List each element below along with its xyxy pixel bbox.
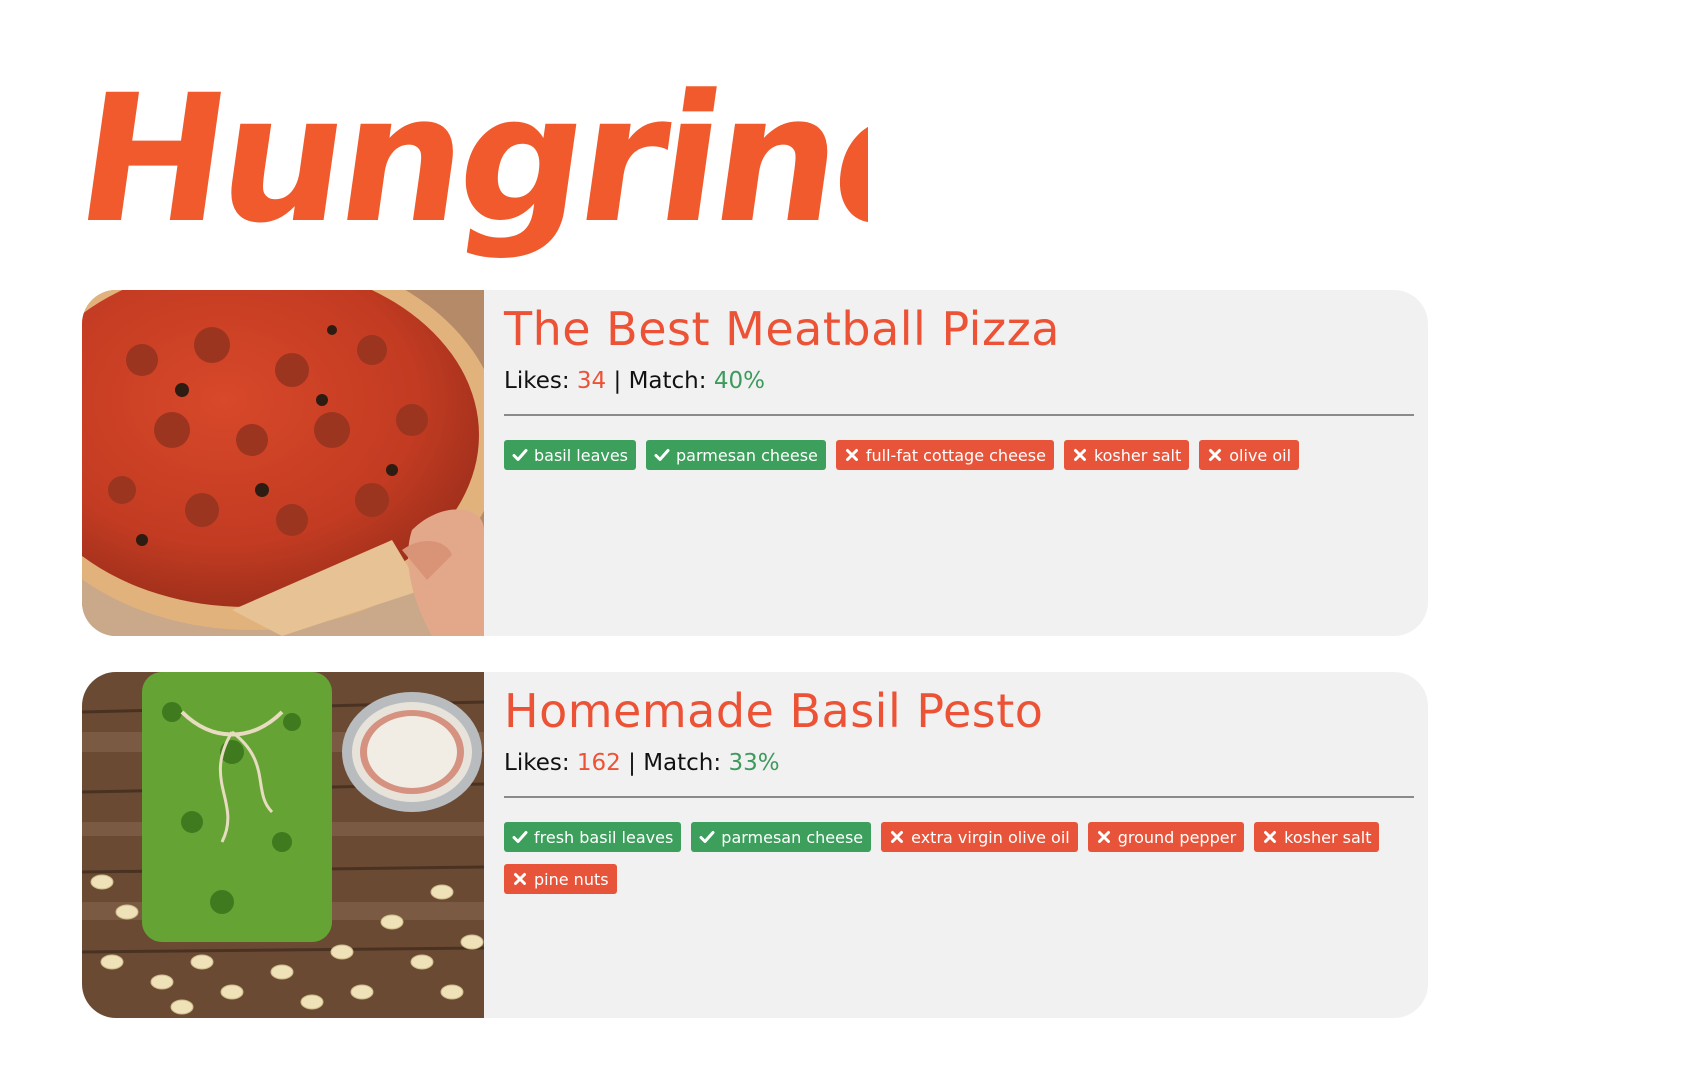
ingredient-name: parmesan cheese: [676, 445, 818, 465]
ingredient-name: fresh basil leaves: [534, 827, 674, 847]
close-icon: [1096, 829, 1112, 845]
divider: [504, 796, 1414, 798]
close-icon: [1207, 447, 1223, 463]
hungrindr-logo[interactable]: Hungrindr: [88, 62, 868, 262]
ingredient-name: ground pepper: [1117, 827, 1237, 847]
recipe-image-pizza[interactable]: [82, 290, 484, 636]
ingredient-tag[interactable]: full-fat cottage cheese: [835, 440, 1054, 470]
recipe-info: The Best Meatball Pizza Likes: 34 | Matc…: [504, 290, 1414, 470]
recipe-stats: Likes: 34 | Match: 40%: [504, 368, 1414, 394]
recipe-card[interactable]: The Best Meatball Pizza Likes: 34 | Matc…: [82, 290, 1428, 636]
close-icon: [1072, 447, 1088, 463]
ingredient-name: kosher salt: [1093, 445, 1182, 465]
close-icon: [512, 871, 528, 887]
ingredient-tag[interactable]: parmesan cheese: [691, 822, 872, 852]
recipe-stats: Likes: 162 | Match: 33%: [504, 750, 1414, 776]
page: Hungrindr The Best Meatball Pizza Likes:…: [0, 0, 1682, 1080]
ingredient-tag[interactable]: basil leaves: [504, 440, 637, 470]
ingredient-name: full-fat cottage cheese: [865, 445, 1046, 465]
ingredient-tag[interactable]: pine nuts: [504, 864, 617, 894]
stats-separator: |: [613, 368, 622, 394]
likes-count: 34: [576, 368, 607, 394]
likes-label: Likes:: [504, 368, 570, 394]
ingredient-tag[interactable]: ground pepper: [1087, 822, 1245, 852]
stats-separator: |: [628, 750, 636, 776]
divider: [504, 414, 1414, 416]
check-icon: [512, 447, 528, 463]
close-icon: [889, 829, 905, 845]
likes-label: Likes:: [504, 750, 570, 776]
ingredient-tags: fresh basil leaves parmesan cheese extra…: [504, 822, 1414, 894]
logo-wordmark: Hungrindr: [88, 62, 868, 262]
ingredient-tag[interactable]: fresh basil leaves: [504, 822, 682, 852]
ingredient-name: extra virgin olive oil: [911, 827, 1070, 847]
ingredient-tag[interactable]: olive oil: [1199, 440, 1300, 470]
check-icon: [512, 829, 528, 845]
ingredient-name: kosher salt: [1284, 827, 1372, 847]
likes-count: 162: [576, 750, 621, 776]
ingredient-name: parmesan cheese: [721, 827, 864, 847]
close-icon: [1262, 829, 1278, 845]
ingredient-tag[interactable]: parmesan cheese: [646, 440, 826, 470]
ingredient-tags: basil leaves parmesan cheese full-fat co…: [504, 440, 1414, 470]
match-label: Match:: [628, 368, 707, 394]
ingredient-tag[interactable]: extra virgin olive oil: [881, 822, 1078, 852]
recipe-card[interactable]: Homemade Basil Pesto Likes: 162 | Match:…: [82, 672, 1428, 1018]
match-label: Match:: [643, 750, 722, 776]
match-percent: 33%: [728, 750, 780, 776]
recipe-title[interactable]: The Best Meatball Pizza: [504, 306, 1414, 352]
ingredient-name: basil leaves: [534, 445, 629, 465]
match-percent: 40%: [713, 368, 765, 394]
ingredient-tag[interactable]: kosher salt: [1063, 440, 1190, 470]
ingredient-name: olive oil: [1229, 445, 1292, 465]
check-icon: [654, 447, 670, 463]
recipe-image-pesto[interactable]: [82, 672, 484, 1018]
recipe-title[interactable]: Homemade Basil Pesto: [504, 688, 1414, 734]
ingredient-tag[interactable]: kosher salt: [1254, 822, 1380, 852]
close-icon: [844, 447, 860, 463]
recipe-info: Homemade Basil Pesto Likes: 162 | Match:…: [504, 672, 1414, 894]
check-icon: [699, 829, 715, 845]
ingredient-name: pine nuts: [534, 869, 609, 889]
